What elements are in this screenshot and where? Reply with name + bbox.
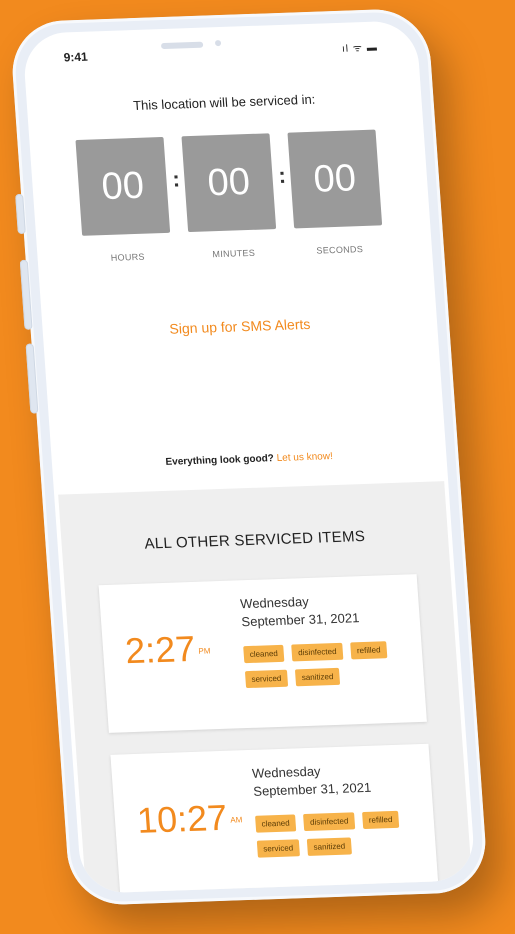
service-tags: cleaned disinfected refilled serviced sa… [255,809,408,864]
stage: 9:41 ıl ᯤ ▬ This location will be servic… [0,0,515,934]
sms-alerts-link[interactable]: Sign up for SMS Alerts [42,311,437,341]
tag-sanitized: sanitized [295,667,340,687]
seconds-box: 00 [287,129,383,229]
separator: : [277,162,287,188]
tag-cleaned: cleaned [255,814,297,833]
minutes-value: 00 [206,160,252,204]
service-date: September 31, 2021 [252,779,372,799]
volume-down-button [25,343,39,414]
countdown-heading: This location will be serviced in: [132,91,316,114]
serviced-items-panel: ALL OTHER SERVICED ITEMS 2:27PM Wednesda… [58,481,473,894]
hours-box: 00 [75,136,171,236]
status-time: 9:41 [63,49,89,65]
tag-refilled: refilled [362,810,399,830]
service-ampm: PM [198,646,211,656]
service-time: 2:27PM [124,627,212,672]
tag-serviced: serviced [256,839,300,858]
serviced-items-title: ALL OTHER SERVICED ITEMS [143,527,366,553]
seconds-label: SECONDS [316,244,364,256]
feedback-line: Everything look good? Let us know! [52,447,447,472]
service-day: Wednesday [251,763,322,781]
status-bar: 9:41 ıl ᯤ ▬ [23,34,419,72]
service-date: September 31, 2021 [240,610,360,630]
serviced-item-card[interactable]: 2:27PM Wednesday September 31, 2021 clea… [98,574,427,733]
tag-cleaned: cleaned [243,644,285,664]
camera-dot [214,39,222,47]
service-time-value: 10:27 [135,796,229,841]
hours-value: 00 [100,164,146,208]
tag-disinfected: disinfected [291,642,344,662]
tag-serviced: serviced [244,669,288,689]
service-ampm: AM [230,815,243,825]
service-tags: cleaned disinfected refilled serviced sa… [243,639,396,694]
countdown-timer: 00 : 00 : 00 [75,129,383,240]
separator: : [171,166,181,192]
tag-refilled: refilled [350,641,388,660]
service-time-value: 2:27 [123,627,197,672]
seconds-value: 00 [312,156,358,201]
service-time: 10:27AM [136,796,244,842]
signal-wifi-battery-icons: ıl ᯤ ▬ [341,42,379,55]
tag-sanitized: sanitized [307,837,352,856]
feedback-prompt: Everything look good? [165,453,275,468]
serviced-item-card[interactable]: 10:27AM Wednesday September 31, 2021 cle… [110,743,439,894]
phone-frame: 9:41 ıl ᯤ ▬ This location will be servic… [9,7,489,907]
minutes-label: MINUTES [212,247,256,260]
service-day: Wednesday [239,593,310,612]
tag-disinfected: disinfected [303,812,355,832]
silent-switch [15,193,26,235]
feedback-link[interactable]: Let us know! [276,451,333,464]
speaker-notch [160,41,204,50]
hours-label: HOURS [110,251,146,263]
volume-up-button [19,259,33,330]
phone-screen: 9:41 ıl ᯤ ▬ This location will be servic… [21,20,477,894]
minutes-box: 00 [181,133,277,233]
